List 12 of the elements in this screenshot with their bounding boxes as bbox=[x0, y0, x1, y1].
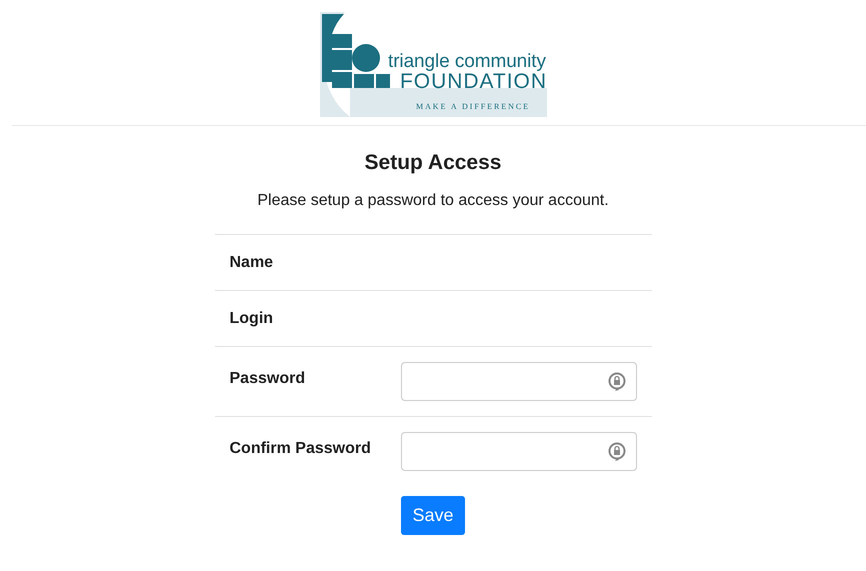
save-button[interactable]: Save bbox=[401, 496, 465, 536]
field-label: Login bbox=[230, 308, 274, 329]
field-label: Password bbox=[230, 369, 306, 390]
page-title: Setup Access bbox=[364, 150, 502, 176]
password-manager-icon bbox=[608, 442, 626, 462]
password-field[interactable] bbox=[400, 362, 636, 402]
password-manager-icon bbox=[608, 372, 626, 392]
password-field[interactable] bbox=[400, 432, 636, 472]
field-label: Confirm Password bbox=[230, 439, 372, 460]
field-label: Name bbox=[230, 252, 274, 273]
instruction-text: Please setup a password to access your account. bbox=[256, 191, 610, 212]
logo: triangle community FOUNDATION MAKE A DIFFERENCE bbox=[320, 12, 546, 117]
